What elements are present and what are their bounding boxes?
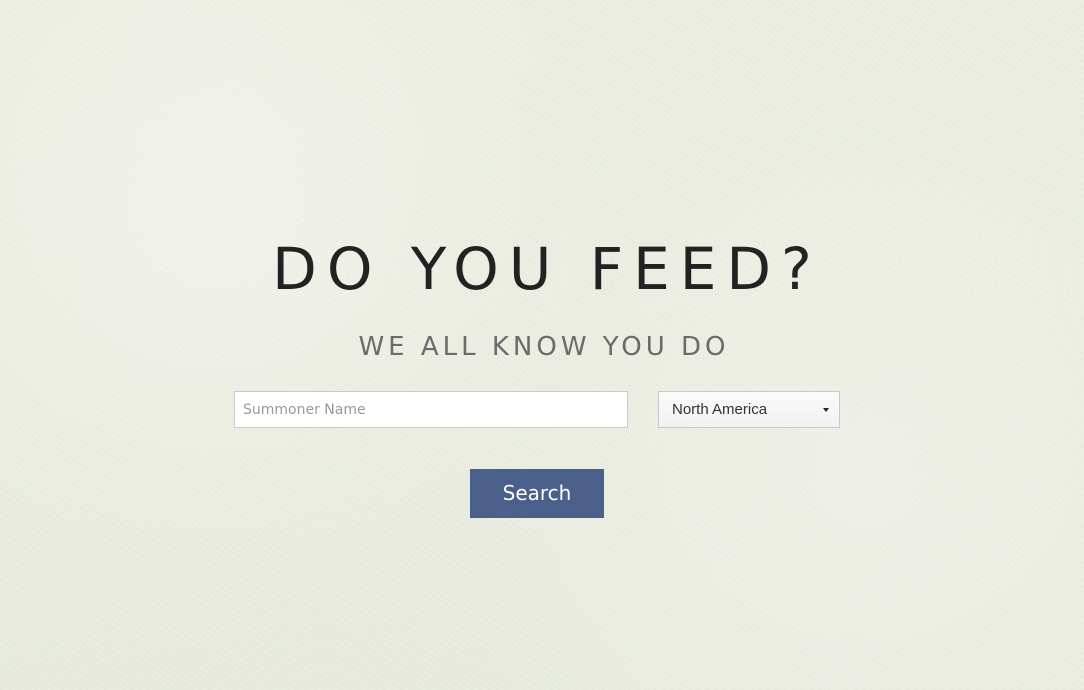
page: DO YOU FEED? WE ALL KNOW YOU DO North Am…	[0, 0, 1084, 690]
chevron-down-icon	[823, 408, 829, 412]
summoner-name-input[interactable]	[234, 391, 628, 428]
region-select-value: North America	[672, 401, 768, 418]
page-title: DO YOU FEED?	[272, 235, 822, 303]
search-button[interactable]: Search	[470, 469, 604, 518]
region-select[interactable]: North America	[658, 391, 840, 428]
page-subtitle: WE ALL KNOW YOU DO	[358, 332, 730, 362]
